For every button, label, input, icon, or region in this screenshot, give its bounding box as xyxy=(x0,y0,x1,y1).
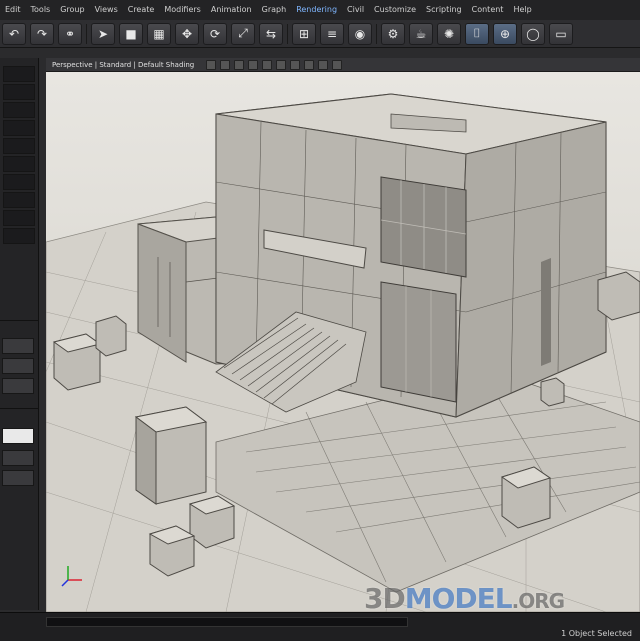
rotate-icon: ⟳ xyxy=(209,26,221,41)
scale-button[interactable]: ⤢ xyxy=(231,22,255,45)
viewport-header: Perspective | Standard | Default Shading xyxy=(46,58,640,72)
menu-item-customize[interactable]: Customize xyxy=(369,0,421,20)
menu-item-scripting[interactable]: Scripting xyxy=(421,0,467,20)
grid-button[interactable]: ▦ xyxy=(147,22,171,45)
panel-row[interactable] xyxy=(3,102,35,118)
layer-icon: ≡ xyxy=(326,26,338,41)
toolbar-separator xyxy=(86,23,87,44)
material-icon: ◉ xyxy=(354,26,366,41)
render-icon: ☕ xyxy=(415,26,427,41)
panel-row[interactable] xyxy=(3,192,35,208)
window-button[interactable]: ▭ xyxy=(549,22,573,45)
panel-row[interactable] xyxy=(3,228,35,244)
scale-icon: ⤢ xyxy=(238,26,248,40)
undo-icon: ↶ xyxy=(8,26,20,41)
mirror-button[interactable]: ⇆ xyxy=(259,22,283,45)
perspective-viewport[interactable]: 3DMODEL.ORG xyxy=(46,72,640,612)
light-icon: ✺ xyxy=(443,26,455,41)
panel-divider xyxy=(0,320,38,321)
window-icon: ▭ xyxy=(555,26,567,41)
viewport-option-button[interactable] xyxy=(304,59,315,70)
viewport-option-button[interactable] xyxy=(220,59,231,70)
material-button[interactable]: ◉ xyxy=(348,22,372,45)
panel-field[interactable] xyxy=(2,450,34,466)
undo-button[interactable]: ↶ xyxy=(2,22,26,45)
align-icon: ⊞ xyxy=(298,26,310,41)
panel-row[interactable] xyxy=(3,156,35,172)
main-toolbar: ↶ ↷ ⚭ ➤ ■ ▦ ✥ ⟳ ⤢ ⇆ ⊞ ≡ ◉ ⚙ ☕ ✺ ⌷ ⊕ ◯ ▭ xyxy=(0,20,640,48)
menu-item-modifiers[interactable]: Modifiers xyxy=(159,0,206,20)
render-button[interactable]: ☕ xyxy=(409,22,433,45)
menu-item-content[interactable]: Content xyxy=(467,0,509,20)
viewport-option-button[interactable] xyxy=(318,59,329,70)
menu-item-create[interactable]: Create xyxy=(123,0,160,20)
menu-item-views[interactable]: Views xyxy=(90,0,123,20)
timeline-slider[interactable] xyxy=(46,617,408,627)
light-button[interactable]: ✺ xyxy=(437,22,461,45)
render-setup-button[interactable]: ⚙ xyxy=(381,22,405,45)
panel-row[interactable] xyxy=(3,138,35,154)
viewport-option-button[interactable] xyxy=(248,59,259,70)
snap-icon: ⊕ xyxy=(499,26,511,41)
box-icon: ■ xyxy=(125,26,137,41)
panel-field[interactable] xyxy=(2,470,34,486)
box-button[interactable]: ■ xyxy=(119,22,143,45)
link-icon: ⚭ xyxy=(64,26,76,41)
grid-icon: ▦ xyxy=(153,26,165,41)
menu-item-civil[interactable]: Civil xyxy=(342,0,369,20)
viewport-option-button[interactable] xyxy=(206,59,217,70)
link-button[interactable]: ⚭ xyxy=(58,22,82,45)
panel-row[interactable] xyxy=(3,66,35,82)
redo-icon: ↷ xyxy=(36,26,48,41)
panel-field[interactable] xyxy=(2,338,34,354)
menu-item-rendering[interactable]: Rendering xyxy=(291,0,342,20)
menu-item-group[interactable]: Group xyxy=(55,0,89,20)
ring-button[interactable]: ◯ xyxy=(521,22,545,45)
panel-row[interactable] xyxy=(3,120,35,136)
panel-row[interactable] xyxy=(3,174,35,190)
mirror-icon: ⇆ xyxy=(265,26,277,41)
panel-divider xyxy=(0,408,38,409)
viewport-option-button[interactable] xyxy=(290,59,301,70)
ring-icon: ◯ xyxy=(526,26,540,41)
toolbar-separator xyxy=(287,23,288,44)
viewport-option-button[interactable] xyxy=(332,59,343,70)
toolbar-separator xyxy=(376,23,377,44)
move-icon: ✥ xyxy=(181,26,193,41)
viewport-option-button[interactable] xyxy=(276,59,287,70)
viewport-label[interactable]: Perspective | Standard | Default Shading xyxy=(52,61,194,69)
menu-item-animation[interactable]: Animation xyxy=(206,0,257,20)
move-button[interactable]: ✥ xyxy=(175,22,199,45)
command-panel xyxy=(0,58,39,610)
select-button[interactable]: ➤ xyxy=(91,22,115,45)
panel-row[interactable] xyxy=(3,210,35,226)
layer-button[interactable]: ≡ xyxy=(320,22,344,45)
menu-bar: Edit Tools Group Views Create Modifiers Animat… xyxy=(0,0,640,21)
viewport-option-button[interactable] xyxy=(234,59,245,70)
menu-item-graph[interactable]: Graph xyxy=(257,0,292,20)
menu-item-edit[interactable]: Edit xyxy=(0,0,26,20)
render-setup-icon: ⚙ xyxy=(387,26,399,41)
camera-icon: ⌷ xyxy=(473,26,481,40)
select-icon: ➤ xyxy=(97,26,109,41)
camera-button[interactable]: ⌷ xyxy=(465,22,489,45)
snap-button[interactable]: ⊕ xyxy=(493,22,517,45)
menu-item-tools[interactable]: Tools xyxy=(26,0,56,20)
status-text: 1 Object Selected xyxy=(561,629,632,638)
panel-field[interactable] xyxy=(2,358,34,374)
redo-button[interactable]: ↷ xyxy=(30,22,54,45)
panel-field[interactable] xyxy=(2,378,34,394)
status-bar: 1 Object Selected xyxy=(0,612,640,641)
menu-item-help[interactable]: Help xyxy=(508,0,536,20)
rotate-button[interactable]: ⟳ xyxy=(203,22,227,45)
viewport-option-button[interactable] xyxy=(262,59,273,70)
scene-render xyxy=(46,72,640,612)
align-button[interactable]: ⊞ xyxy=(292,22,316,45)
panel-input[interactable] xyxy=(2,428,34,444)
watermark-logo: 3DMODEL.ORG xyxy=(364,582,565,612)
panel-row[interactable] xyxy=(3,84,35,100)
